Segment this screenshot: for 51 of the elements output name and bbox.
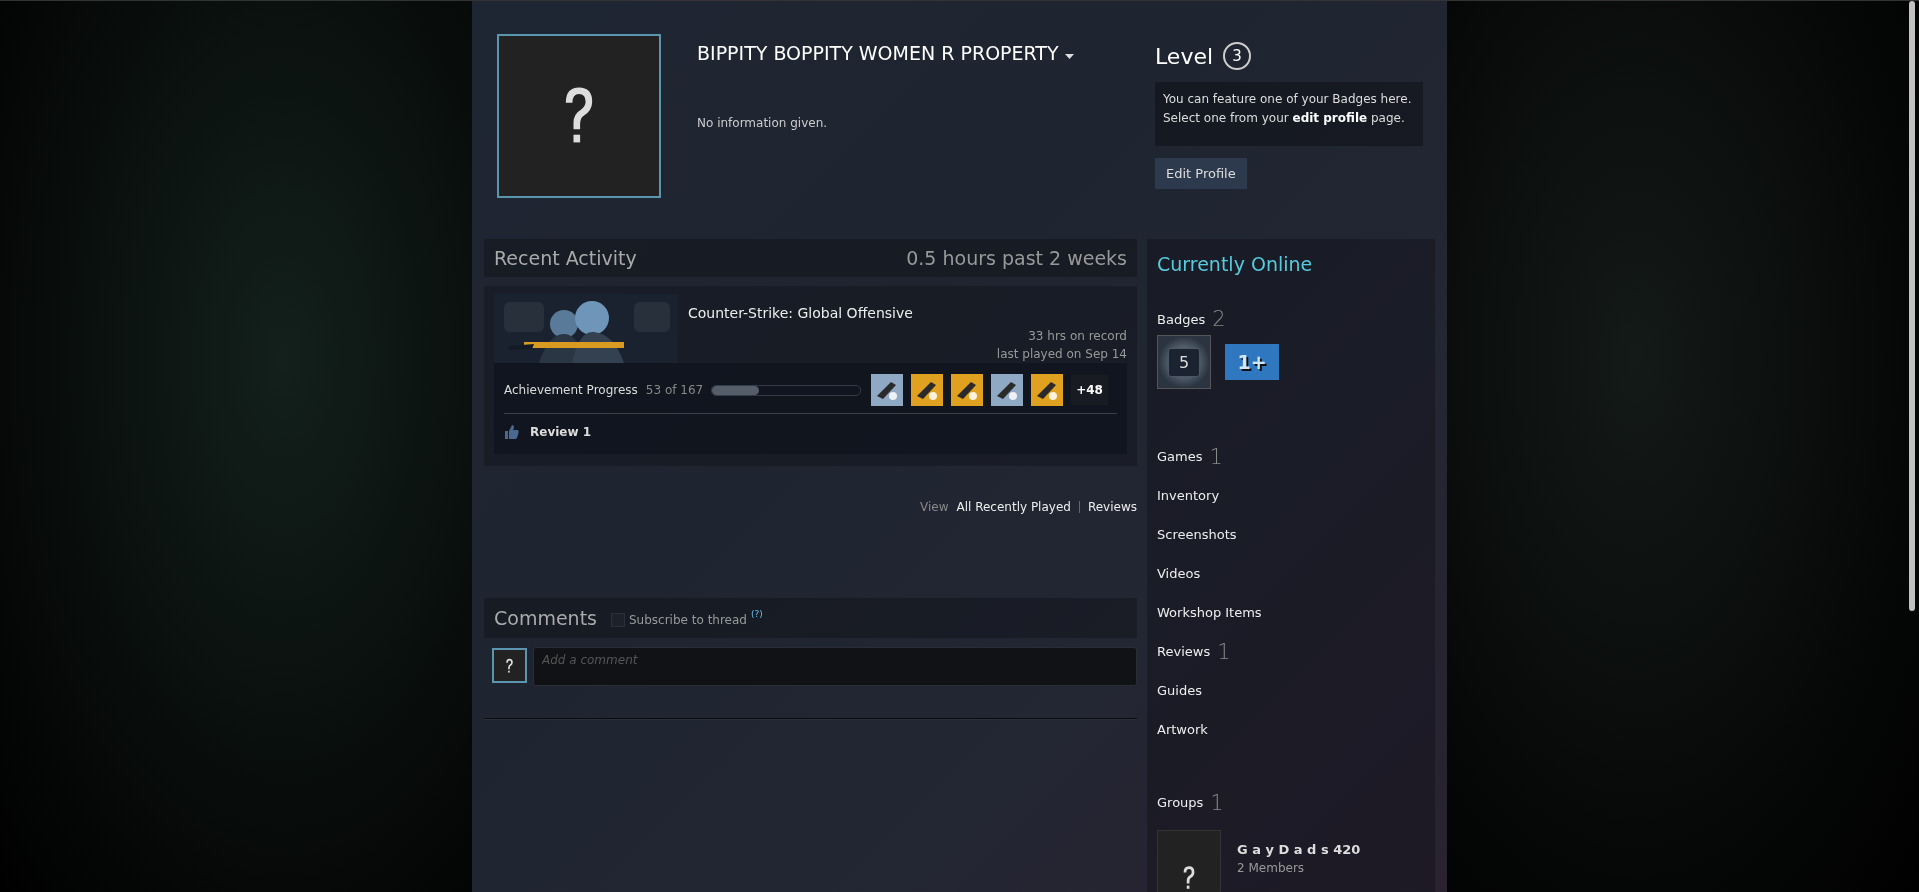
item-count: 1	[1210, 790, 1224, 815]
sidebar-item[interactable]: Reviews	[1157, 644, 1211, 659]
sidebar-item[interactable]: Inventory	[1157, 488, 1220, 503]
achievement-label: Achievement Progress	[504, 383, 638, 397]
sidebar-item[interactable]: Videos	[1157, 566, 1201, 581]
badge-note: You can feature one of your Badges here. Select one from your edit profile page.	[1155, 82, 1423, 146]
caret-icon[interactable]	[1064, 53, 1074, 59]
section-title: Recent Activity	[494, 247, 637, 269]
profile-name: BIPPITY BOPPITY WOMEN R PROPERTY	[697, 42, 1059, 64]
view-label: View	[920, 500, 949, 514]
thumbs-up-icon	[504, 424, 520, 440]
group-members: 2 Members	[1237, 861, 1306, 875]
online-status: Currently Online	[1157, 253, 1314, 275]
achievement-icon[interactable]	[991, 374, 1024, 406]
section-title: Comments	[494, 607, 597, 629]
more-achievements[interactable]: +48	[1071, 375, 1108, 405]
sidebar-item[interactable]: Screenshots	[1157, 527, 1237, 542]
achievement-icon[interactable]	[911, 374, 944, 406]
level-badge: 3	[1223, 42, 1252, 70]
sidebar-item[interactable]: Groups	[1157, 795, 1204, 810]
avatar-placeholder-icon	[492, 648, 527, 683]
item-count: 1	[1217, 639, 1231, 664]
achievement-icon[interactable]	[871, 374, 904, 406]
subscribe-label[interactable]: Subscribe to thread	[629, 613, 747, 627]
last-played: last played on Sep 14	[996, 346, 1127, 363]
playtime-summary: 0.5 hours past 2 weeks	[906, 247, 1127, 269]
item-count: 1	[1209, 444, 1223, 469]
sidebar-item[interactable]: Badges	[1157, 311, 1206, 327]
hours-on-record: 33 hrs on record	[1028, 328, 1127, 345]
edit-profile-button[interactable]: Edit Profile	[1155, 158, 1247, 189]
sidebar-item[interactable]: Workshop Items	[1157, 605, 1262, 620]
review-link[interactable]: Review 1	[530, 425, 592, 439]
sidebar-item[interactable]: Games	[1157, 449, 1203, 464]
item-count: 2	[1212, 307, 1226, 331]
avatar-placeholder-icon	[497, 34, 661, 198]
game-title[interactable]: Counter-Strike: Global Offensive	[688, 305, 1127, 321]
sidebar-item[interactable]: Artwork	[1157, 722, 1208, 737]
comment-field[interactable]: Add a comment	[533, 647, 1137, 686]
achievement-icon[interactable]	[951, 374, 984, 406]
help-link[interactable]: (?)	[750, 609, 763, 619]
profile-summary: No information given.	[697, 116, 829, 130]
level-label: Level	[1155, 43, 1214, 69]
group-avatar-icon[interactable]	[1157, 830, 1221, 892]
achievement-icon[interactable]	[1031, 374, 1064, 406]
view-link[interactable]: Reviews	[1087, 500, 1137, 514]
achievement-count: 53 of 167	[645, 383, 704, 397]
years-badge-icon[interactable]: 1+	[1225, 344, 1279, 380]
sidebar-item[interactable]: Guides	[1157, 683, 1202, 698]
view-link[interactable]: All Recently Played	[956, 500, 1071, 514]
level-badge-icon[interactable]: 5	[1157, 335, 1211, 389]
group-name[interactable]: G a y D a d s 420	[1237, 842, 1361, 857]
